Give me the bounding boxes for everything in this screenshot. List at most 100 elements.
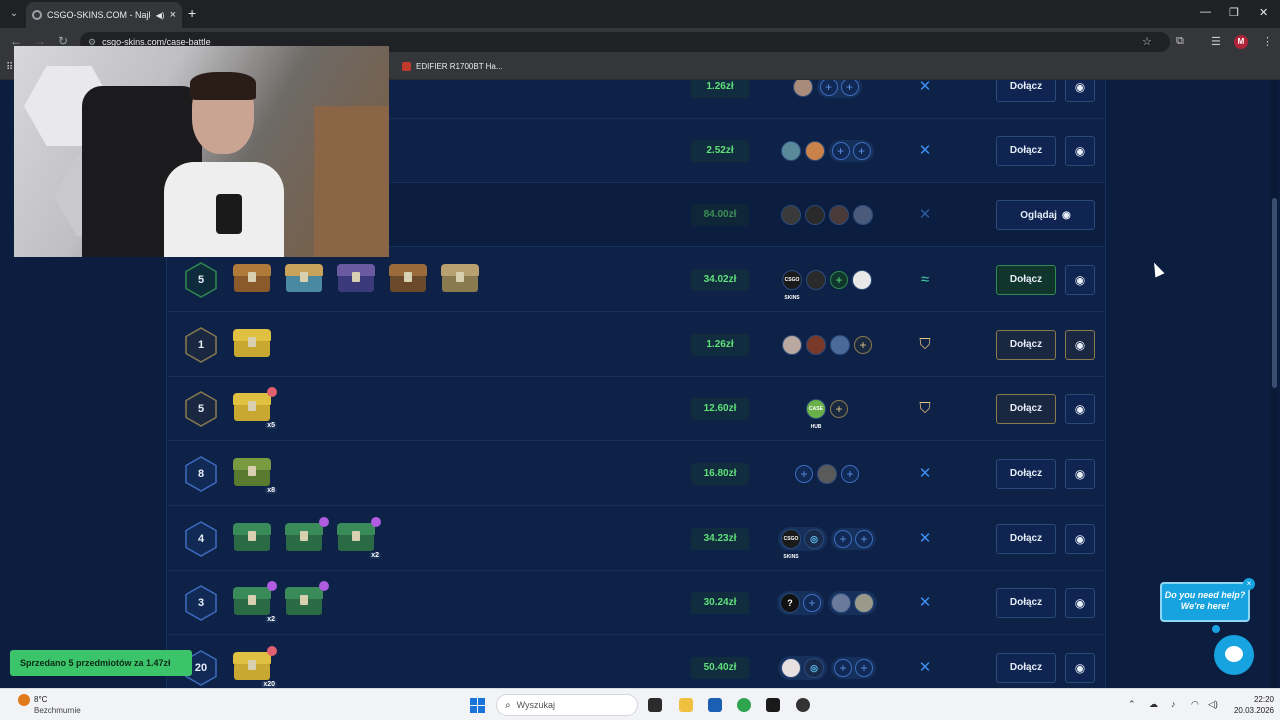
player-avatar[interactable] (792, 80, 813, 97)
clock-date: 20.03.2026 (1233, 706, 1274, 715)
player-avatar[interactable] (780, 141, 801, 161)
weather-desc: Bezchmurnie (34, 706, 81, 715)
browser-menu-icon[interactable]: ⋮ (1262, 35, 1273, 48)
media-control-icon[interactable]: ☰ (1211, 35, 1221, 48)
taskbar-search[interactable]: ⌕ Wyszukaj (496, 694, 638, 716)
profile-avatar[interactable]: M (1234, 35, 1248, 49)
watch-eye-icon[interactable]: ◉ (1065, 330, 1095, 360)
join-button[interactable]: Dołącz (996, 588, 1056, 618)
player-avatar[interactable] (817, 464, 837, 484)
player-avatar[interactable] (804, 141, 825, 161)
join-button[interactable]: Dołącz (996, 653, 1056, 683)
watch-eye-icon[interactable]: ◉ (1065, 524, 1095, 554)
join-button[interactable]: Dołącz (996, 80, 1056, 102)
team-a: ? + (777, 591, 824, 615)
browser-tabstrip: ⌄ CSGO-SKINS.COM - Najlep ◀) × + — ❐ ✕ (0, 0, 1280, 28)
join-slot-plus-icon[interactable]: + (854, 336, 872, 354)
player-avatar[interactable]: CASE HUB (806, 399, 826, 430)
battle-players (767, 203, 887, 227)
join-slot-plus-icon[interactable]: + (830, 271, 848, 289)
tab-close-icon[interactable]: × (170, 9, 176, 21)
player-avatar[interactable] (830, 335, 850, 355)
watch-button[interactable]: Oglądaj ◉ (996, 200, 1095, 230)
watch-eye-icon[interactable]: ◉ (1065, 394, 1095, 424)
chrome-icon[interactable] (737, 698, 751, 712)
player-avatar[interactable]: ? (780, 593, 800, 613)
join-slot-plus-icon[interactable]: + (795, 465, 813, 483)
player-avatar[interactable] (806, 270, 826, 290)
case-image (233, 523, 271, 553)
player-avatar[interactable] (831, 593, 851, 613)
player-avatar[interactable] (829, 205, 849, 225)
player-avatar[interactable]: ◎ (804, 658, 824, 678)
join-slot-plus-icon[interactable]: + (803, 594, 821, 612)
store-icon[interactable] (708, 698, 722, 712)
join-button[interactable]: Dołącz (996, 394, 1056, 424)
watch-eye-icon[interactable]: ◉ (1065, 265, 1095, 295)
join-slot-plus-icon[interactable]: + (840, 80, 859, 96)
network-icon[interactable]: ☁ (1149, 699, 1158, 710)
minimize-icon[interactable]: — (1200, 6, 1211, 18)
wifi-icon[interactable]: ◠ (1191, 699, 1199, 710)
browser-tab[interactable]: CSGO-SKINS.COM - Najlep ◀) × (26, 2, 182, 28)
join-slot-plus-icon[interactable]: + (834, 659, 852, 677)
help-bubble[interactable]: Do you need help? We're here! (1160, 582, 1250, 622)
player-avatar[interactable]: CSGO SKINS (782, 270, 802, 301)
watch-eye-icon[interactable]: ◉ (1065, 80, 1095, 102)
join-slot-plus-icon[interactable]: + (830, 400, 848, 418)
battle-row: 3 x2 30.24zł ? + ✕ Dołącz ◉ (167, 571, 1105, 635)
join-button[interactable]: Dołącz (996, 459, 1056, 489)
join-button[interactable]: Dołącz (996, 330, 1056, 360)
watch-eye-icon[interactable]: ◉ (1065, 653, 1095, 683)
volume-icon[interactable]: ◁) (1208, 699, 1218, 710)
window-close-icon[interactable]: ✕ (1259, 6, 1268, 19)
watch-eye-icon[interactable]: ◉ (1065, 136, 1095, 166)
player-avatar[interactable] (806, 335, 826, 355)
chat-button[interactable] (1214, 635, 1254, 675)
windows-start-icon[interactable] (470, 698, 485, 713)
watch-eye-icon[interactable]: ◉ (1065, 588, 1095, 618)
tab-search-icon[interactable]: ⌄ (6, 6, 22, 22)
player-avatar[interactable] (781, 205, 801, 225)
player-avatar[interactable] (805, 205, 825, 225)
app-icon[interactable] (766, 698, 780, 712)
bookmark-item[interactable]: EDIFIER R1700BT Ha... (402, 62, 503, 71)
sold-items-toast[interactable]: Sprzedano 5 przedmiotów za 1.47zł (10, 650, 192, 676)
file-explorer-icon[interactable] (679, 698, 693, 712)
join-slot-plus-icon[interactable]: + (841, 465, 859, 483)
maximize-icon[interactable]: ❐ (1229, 6, 1239, 19)
join-slot-plus-icon[interactable]: + (855, 659, 873, 677)
join-slot-plus-icon[interactable]: + (852, 142, 871, 160)
apps-grid-icon[interactable]: ⠿ (6, 62, 13, 73)
player-avatar[interactable] (781, 658, 801, 678)
player-avatar[interactable]: ◎ (804, 529, 824, 549)
tray-chevron-icon[interactable]: ⌃ (1128, 699, 1136, 710)
join-slot-plus-icon[interactable]: + (831, 142, 850, 160)
task-view-icon[interactable] (648, 698, 662, 712)
bookmark-star-icon[interactable]: ☆ (1142, 35, 1152, 48)
join-slot-plus-icon[interactable]: + (834, 530, 852, 548)
microphone-icon[interactable]: ♪ (1171, 699, 1176, 709)
system-clock[interactable]: 22:20 20.03.2026 (1228, 694, 1274, 716)
bookmark-favicon-icon (402, 62, 411, 71)
battle-price: 1.26zł (691, 334, 749, 356)
app-icon[interactable] (796, 698, 810, 712)
join-button[interactable]: Dołącz (996, 524, 1056, 554)
join-slot-plus-icon[interactable]: + (855, 530, 873, 548)
player-avatar[interactable] (853, 205, 873, 225)
weather-icon[interactable] (18, 694, 30, 706)
scrollbar-thumb[interactable] (1272, 198, 1277, 388)
join-button[interactable]: Dołącz (996, 265, 1056, 295)
join-button[interactable]: Dołącz (996, 136, 1056, 166)
player-avatar[interactable] (782, 335, 802, 355)
new-tab-icon[interactable]: + (188, 5, 196, 21)
audio-icon[interactable]: ◀) (156, 11, 165, 20)
join-slot-plus-icon[interactable]: + (819, 80, 838, 96)
player-avatar[interactable]: CSGO SKINS (781, 529, 801, 560)
extensions-icon[interactable]: ⧉ (1176, 35, 1184, 48)
help-close-icon[interactable]: × (1243, 578, 1255, 590)
watch-eye-icon[interactable]: ◉ (1065, 459, 1095, 489)
battle-row: 5 x5 12.60zł CASE HUB + ⛉ Dołącz ◉ (167, 377, 1105, 441)
player-avatar[interactable] (852, 270, 872, 290)
player-avatar[interactable] (854, 593, 874, 613)
